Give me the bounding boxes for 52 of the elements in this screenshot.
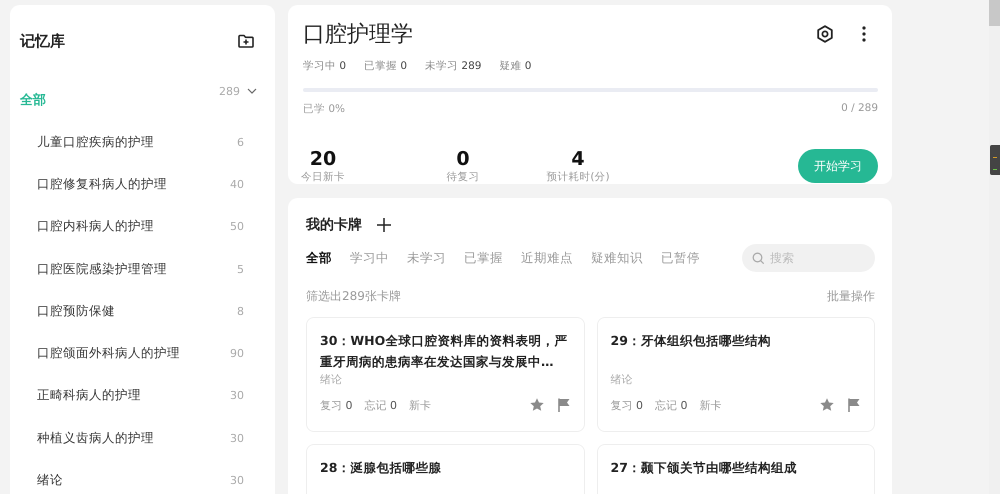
tile-value: 0	[456, 148, 470, 170]
review-count: 复习 0	[320, 398, 352, 412]
tree-item[interactable]: 口腔医院感染护理管理 5	[10, 248, 275, 290]
tree-item[interactable]: 口腔颌面外科病人的护理 90	[10, 332, 275, 375]
flash-card[interactable]: 29：牙体组织包括哪些结构 绪论 复习 0 忘记 0 新卡	[596, 317, 875, 432]
filter-summary: 筛选出289张卡牌	[306, 288, 401, 305]
flash-card[interactable]: 30：WHO全球口腔资料库的资料表明，严重牙周病的患病率在发达国家与发展中… 绪论 复习 0 忘记 0 新卡	[306, 317, 584, 432]
add-icon[interactable]	[376, 217, 392, 233]
card-status: 新卡	[700, 398, 722, 412]
progress-caption: 已学 0%	[303, 102, 345, 116]
tree-item[interactable]: 口腔内科病人的护理 50	[10, 206, 275, 248]
cards-title: 我的卡牌	[306, 216, 362, 234]
add-folder-icon[interactable]	[237, 32, 255, 50]
sidebar-title: 记忆库	[20, 32, 65, 50]
tile-value: 4	[571, 148, 585, 170]
tree-item[interactable]: 儿童口腔疾病的护理 6	[10, 121, 275, 164]
tree-item[interactable]: 正畸科病人的护理 30	[10, 374, 275, 418]
tree-item[interactable]: 绪论 30	[10, 459, 275, 494]
tile-label: 待复习	[446, 170, 480, 184]
stat-text: 学习中 0	[303, 59, 346, 73]
card-title: 29：牙体组织包括哪些结构	[610, 332, 772, 350]
search-icon	[752, 252, 765, 265]
star-icon[interactable]	[819, 397, 835, 413]
card-category: 绪论	[320, 372, 343, 387]
tile-value: 20	[310, 148, 336, 170]
stat-text: 已掌握 0	[364, 59, 408, 73]
filter-tab[interactable]: 全部	[306, 250, 332, 266]
settings-icon[interactable]	[815, 24, 835, 44]
deck-title: 口腔护理学	[303, 21, 413, 49]
stat-text: 疑难 0	[499, 59, 532, 73]
tree-item[interactable]: 种植义齿病人的护理 30	[10, 417, 275, 460]
progress-reading: 0 / 289	[841, 102, 878, 116]
scrollbar-thumb[interactable]	[989, 0, 1000, 26]
tile-label: 预计耗时(分)	[546, 170, 610, 184]
star-icon[interactable]	[528, 397, 544, 413]
forgot-count: 忘记 0	[655, 398, 688, 412]
flash-card[interactable]: 28：涎腺包括哪些腺	[306, 444, 584, 494]
card-title: 28：涎腺包括哪些腺	[320, 459, 442, 477]
card-category: 绪论	[610, 372, 634, 387]
flash-card[interactable]: 27：颞下颌关节由哪些结构组成	[596, 444, 875, 494]
flag-icon[interactable]	[847, 397, 861, 413]
card-title: 30：WHO全球口腔资料库的资料表明，严重牙周病的患病率在发达国家与发展中…	[320, 332, 568, 371]
flag-icon[interactable]	[556, 397, 570, 413]
review-count: 复习 0	[610, 398, 643, 412]
tree-item[interactable]: 口腔修复科病人的护理 40	[10, 163, 275, 206]
card-title: 27：颞下颌关节由哪些结构组成	[610, 459, 798, 477]
card-status: 新卡	[409, 398, 431, 412]
side-widget-icon[interactable]	[990, 145, 1000, 175]
tile-label: 今日新卡	[301, 170, 345, 184]
forgot-count: 忘记 0	[364, 398, 397, 412]
tree-item[interactable]: 口腔预防保健 8	[10, 290, 275, 332]
stat-text: 未学习 289	[425, 59, 482, 73]
